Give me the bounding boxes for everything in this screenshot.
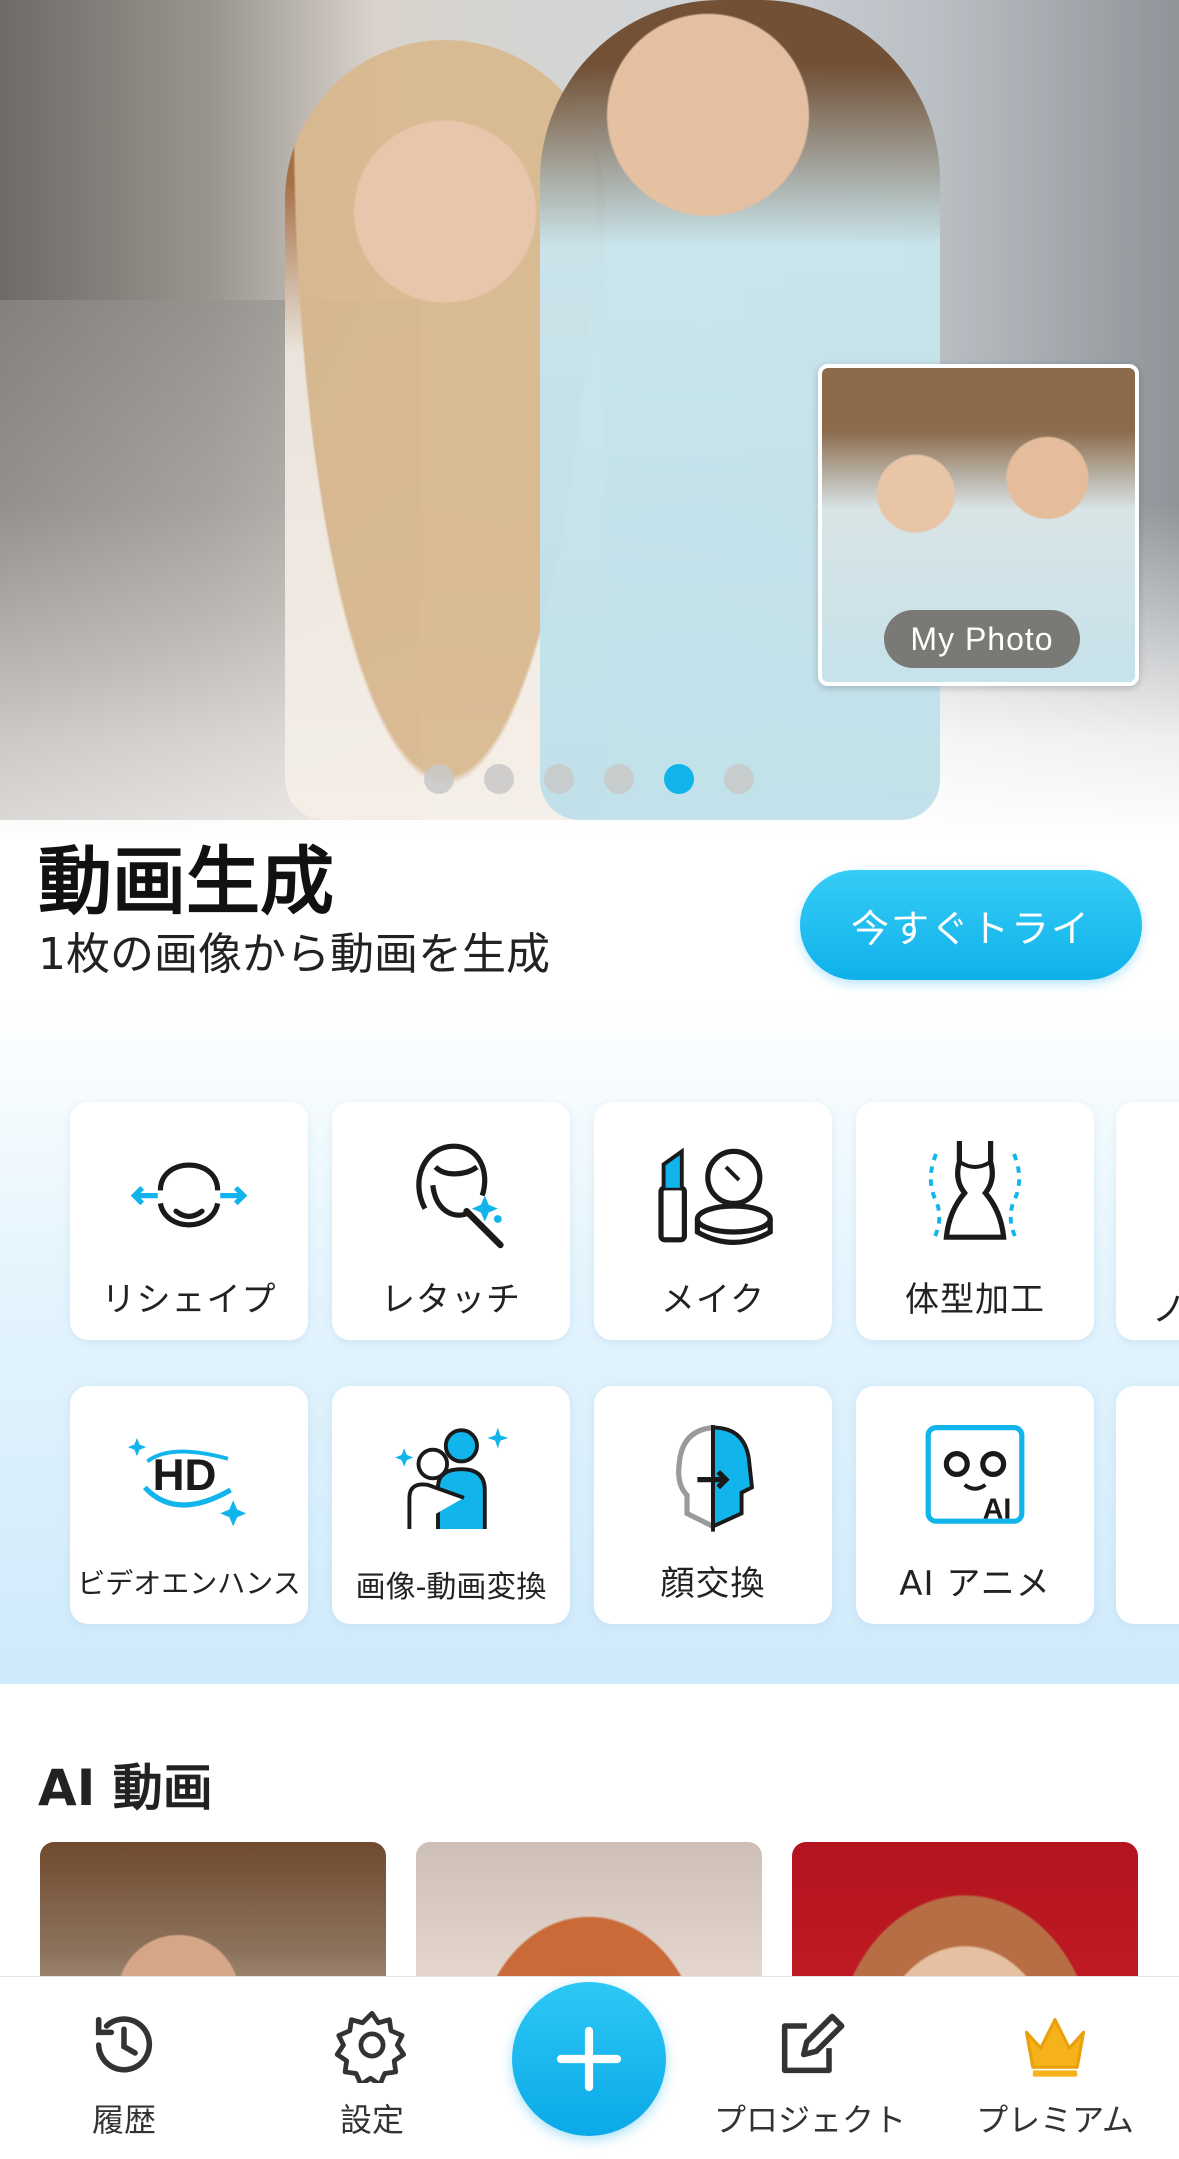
svg-text:AI: AI (983, 1494, 1012, 1526)
my-photo-label: My Photo (884, 610, 1080, 668)
tool-partial[interactable]: ノ (1116, 1102, 1179, 1340)
tool-label: ノ (1152, 1290, 1179, 1330)
carousel-dot[interactable] (424, 764, 454, 794)
tool-image-to-video[interactable]: 画像-動画変換 (332, 1386, 570, 1624)
carousel-dot[interactable] (604, 764, 634, 794)
retouch-wand-icon (416, 1143, 504, 1249)
hero-banner[interactable]: My Photo (0, 0, 1179, 840)
ai-anime-icon: AI (925, 1425, 1025, 1526)
carousel-dot[interactable] (724, 764, 754, 794)
tool-ai-anime[interactable]: AI AI アニメ (856, 1386, 1094, 1624)
feature-subtitle: 1枚の画像から動画を生成 (38, 929, 550, 980)
tool-video-enhance[interactable]: HD ビデオエンハンス (70, 1386, 308, 1624)
feature-title: 動画生成 (38, 839, 334, 925)
tool-label: AI アニメ (899, 1564, 1051, 1604)
ai-video-section-title: AI 動画 (38, 1759, 213, 1817)
my-photo-inset: My Photo (818, 364, 1139, 686)
tool-body-shape[interactable]: 体型加工 (856, 1102, 1094, 1340)
crown-icon (1024, 2018, 1086, 2077)
plus-icon (556, 2026, 622, 2092)
carousel-indicator (424, 764, 754, 794)
edit-icon (781, 2013, 845, 2074)
add-button[interactable] (512, 1982, 666, 2136)
tool-makeup[interactable]: メイク (594, 1102, 832, 1340)
makeup-icon (658, 1147, 773, 1245)
tool-label: ビデオエンハンス (77, 1567, 301, 1600)
carousel-dot[interactable] (484, 764, 514, 794)
svg-text:HD: HD (153, 1451, 217, 1500)
hd-enhance-icon: HD (127, 1438, 247, 1527)
nav-projects-label: プロジェクト (713, 2101, 906, 2139)
nav-settings[interactable]: 設定 (312, 1977, 432, 2159)
tool-partial[interactable] (1116, 1386, 1179, 1624)
history-icon (95, 2016, 153, 2073)
tool-reshape[interactable]: リシェイプ (70, 1102, 308, 1340)
tool-label: レタッチ (381, 1280, 521, 1320)
tool-label: 体型加工 (905, 1280, 1045, 1320)
hug-animate-icon (395, 1427, 509, 1529)
tool-label: 画像-動画変換 (355, 1570, 547, 1605)
nav-history[interactable]: 履歴 (64, 1977, 184, 2159)
carousel-dot-active[interactable] (664, 764, 694, 794)
nav-premium[interactable]: プレミアム (960, 1977, 1150, 2159)
tool-retouch[interactable]: レタッチ (332, 1102, 570, 1340)
tool-face-swap[interactable]: 顔交換 (594, 1386, 832, 1624)
nav-settings-label: 設定 (339, 2101, 404, 2139)
body-shape-icon (928, 1141, 1022, 1241)
face-swap-icon (676, 1425, 755, 1532)
tool-label: リシェイプ (101, 1280, 277, 1320)
try-now-button[interactable]: 今すぐトライ (800, 870, 1142, 980)
face-reshape-icon (130, 1162, 248, 1228)
tool-label: 顔交換 (660, 1564, 766, 1604)
tool-label: メイク (660, 1280, 766, 1320)
carousel-dot[interactable] (544, 764, 574, 794)
nav-history-label: 履歴 (91, 2101, 156, 2139)
nav-premium-label: プレミアム (976, 2101, 1134, 2139)
nav-projects[interactable]: プロジェクト (700, 1977, 920, 2159)
gear-icon (334, 2010, 407, 2083)
